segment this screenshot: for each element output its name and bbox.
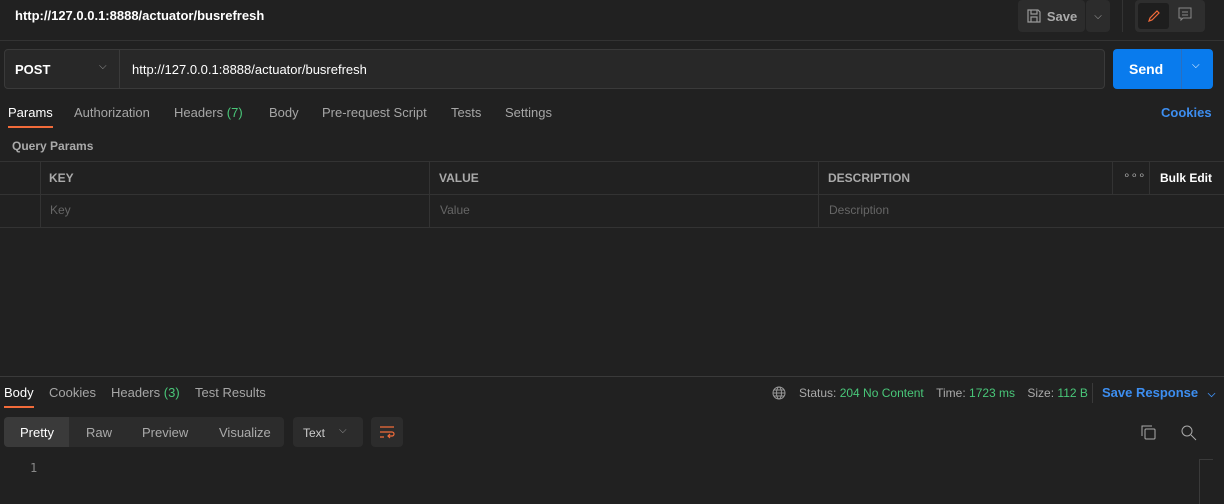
format-select[interactable]: Text ⌵ [293, 417, 363, 447]
column-key: KEY [49, 171, 74, 185]
edit-button[interactable] [1138, 3, 1169, 29]
response-tab-cookies[interactable]: Cookies [49, 385, 96, 400]
view-pretty[interactable]: Pretty [20, 425, 54, 440]
view-visualize[interactable]: Visualize [219, 425, 271, 440]
view-preview[interactable]: Preview [142, 425, 188, 440]
method-select[interactable]: POST ⌵ [5, 50, 120, 88]
headers-count: (7) [226, 105, 243, 120]
save-response-label: Save Response [1102, 385, 1199, 400]
query-params-title: Query Params [12, 139, 94, 153]
send-label: Send [1129, 61, 1164, 77]
chevron-down-icon: ⌵ [99, 61, 107, 72]
response-tab-headers[interactable]: Headers (3) [111, 385, 180, 400]
time-value: 1723 ms [969, 386, 1016, 400]
save-button[interactable]: Save [1018, 0, 1085, 32]
comments-button[interactable] [1177, 6, 1193, 25]
description-input[interactable]: Description [829, 203, 889, 217]
response-tab-body[interactable]: Body [4, 385, 34, 408]
format-label: Text [303, 426, 326, 440]
copy-icon[interactable] [1141, 425, 1157, 441]
column-value: VALUE [439, 171, 479, 185]
view-mode-group: Pretty Raw Preview Visualize [4, 417, 284, 447]
request-title: http://127.0.0.1:8888/actuator/busrefres… [15, 8, 265, 23]
method-label: POST [15, 62, 51, 77]
size-label: Size: [1027, 386, 1055, 400]
wrap-lines-button[interactable] [371, 417, 403, 447]
save-response-button[interactable]: Save Response ⌵ [1102, 385, 1215, 400]
send-button[interactable]: Send ⌵ [1113, 49, 1213, 89]
response-headers-label: Headers [111, 385, 161, 400]
pencil-icon [1147, 10, 1160, 22]
tab-headers-label: Headers [174, 105, 224, 120]
size-value: 112 B [1057, 386, 1088, 400]
tab-tests[interactable]: Tests [451, 105, 481, 120]
tab-body[interactable]: Body [269, 105, 299, 120]
key-input[interactable]: Key [50, 203, 71, 217]
request-bar: POST ⌵ http://127.0.0.1:8888/actuator/bu… [4, 49, 1105, 89]
tab-pre-request-script[interactable]: Pre-request Script [322, 105, 427, 120]
status-label: Status: [799, 386, 837, 400]
cookies-link[interactable]: Cookies [1161, 105, 1212, 120]
send-dropdown-icon[interactable]: ⌵ [1192, 60, 1200, 71]
chevron-down-icon: ⌵ [1207, 389, 1216, 400]
comment-icon [1178, 7, 1192, 22]
tab-headers[interactable]: Headers (7) [174, 105, 243, 120]
save-label: Save [1046, 8, 1078, 24]
save-icon [1027, 9, 1041, 23]
bulk-edit-button[interactable]: Bulk Edit [1160, 171, 1212, 185]
view-toggle [1135, 0, 1205, 32]
view-raw[interactable]: Raw [86, 425, 112, 440]
tab-params[interactable]: Params [8, 105, 53, 128]
response-tab-test-results[interactable]: Test Results [195, 385, 266, 400]
search-icon[interactable] [1181, 425, 1197, 441]
response-meta: Status: 204 No Content Time: 1723 ms Siz… [799, 386, 1088, 400]
time-label: Time: [936, 386, 966, 400]
save-dropdown-button[interactable]: ⌵ [1086, 0, 1110, 32]
scrollbar[interactable] [1199, 459, 1213, 504]
column-description: DESCRIPTION [828, 171, 911, 185]
status-value: 204 No Content [839, 386, 924, 400]
url-input[interactable]: http://127.0.0.1:8888/actuator/busrefres… [132, 62, 367, 77]
chevron-down-icon: ⌵ [1094, 10, 1102, 22]
wrap-icon [380, 426, 395, 439]
tab-authorization[interactable]: Authorization [74, 105, 150, 120]
chevron-down-icon: ⌵ [339, 425, 347, 436]
response-headers-count: (3) [163, 385, 180, 400]
line-number: 1 [30, 461, 38, 475]
tab-settings[interactable]: Settings [505, 105, 552, 120]
globe-icon[interactable] [772, 386, 786, 400]
more-options-icon[interactable]: ∘∘∘ [1123, 168, 1146, 182]
value-input[interactable]: Value [440, 203, 470, 217]
